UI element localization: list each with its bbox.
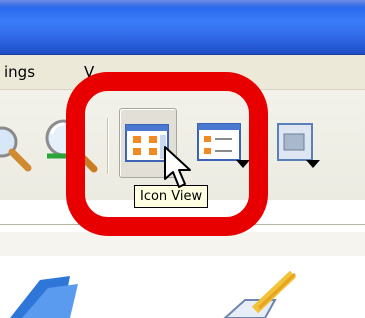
document-pen-icon[interactable]: [215, 270, 305, 318]
search-button[interactable]: [0, 118, 38, 174]
image-preview-icon: [277, 123, 320, 168]
window-titlebar: [0, 0, 365, 55]
file-content-area: [0, 256, 365, 318]
folder-icon[interactable]: [0, 270, 90, 318]
menu-item-settings[interactable]: ings: [4, 63, 35, 81]
titlebar-sheen: [0, 0, 365, 8]
mouse-cursor-icon: [164, 146, 191, 188]
preview-button[interactable]: [272, 108, 328, 178]
magnifier-icon: [0, 126, 32, 172]
